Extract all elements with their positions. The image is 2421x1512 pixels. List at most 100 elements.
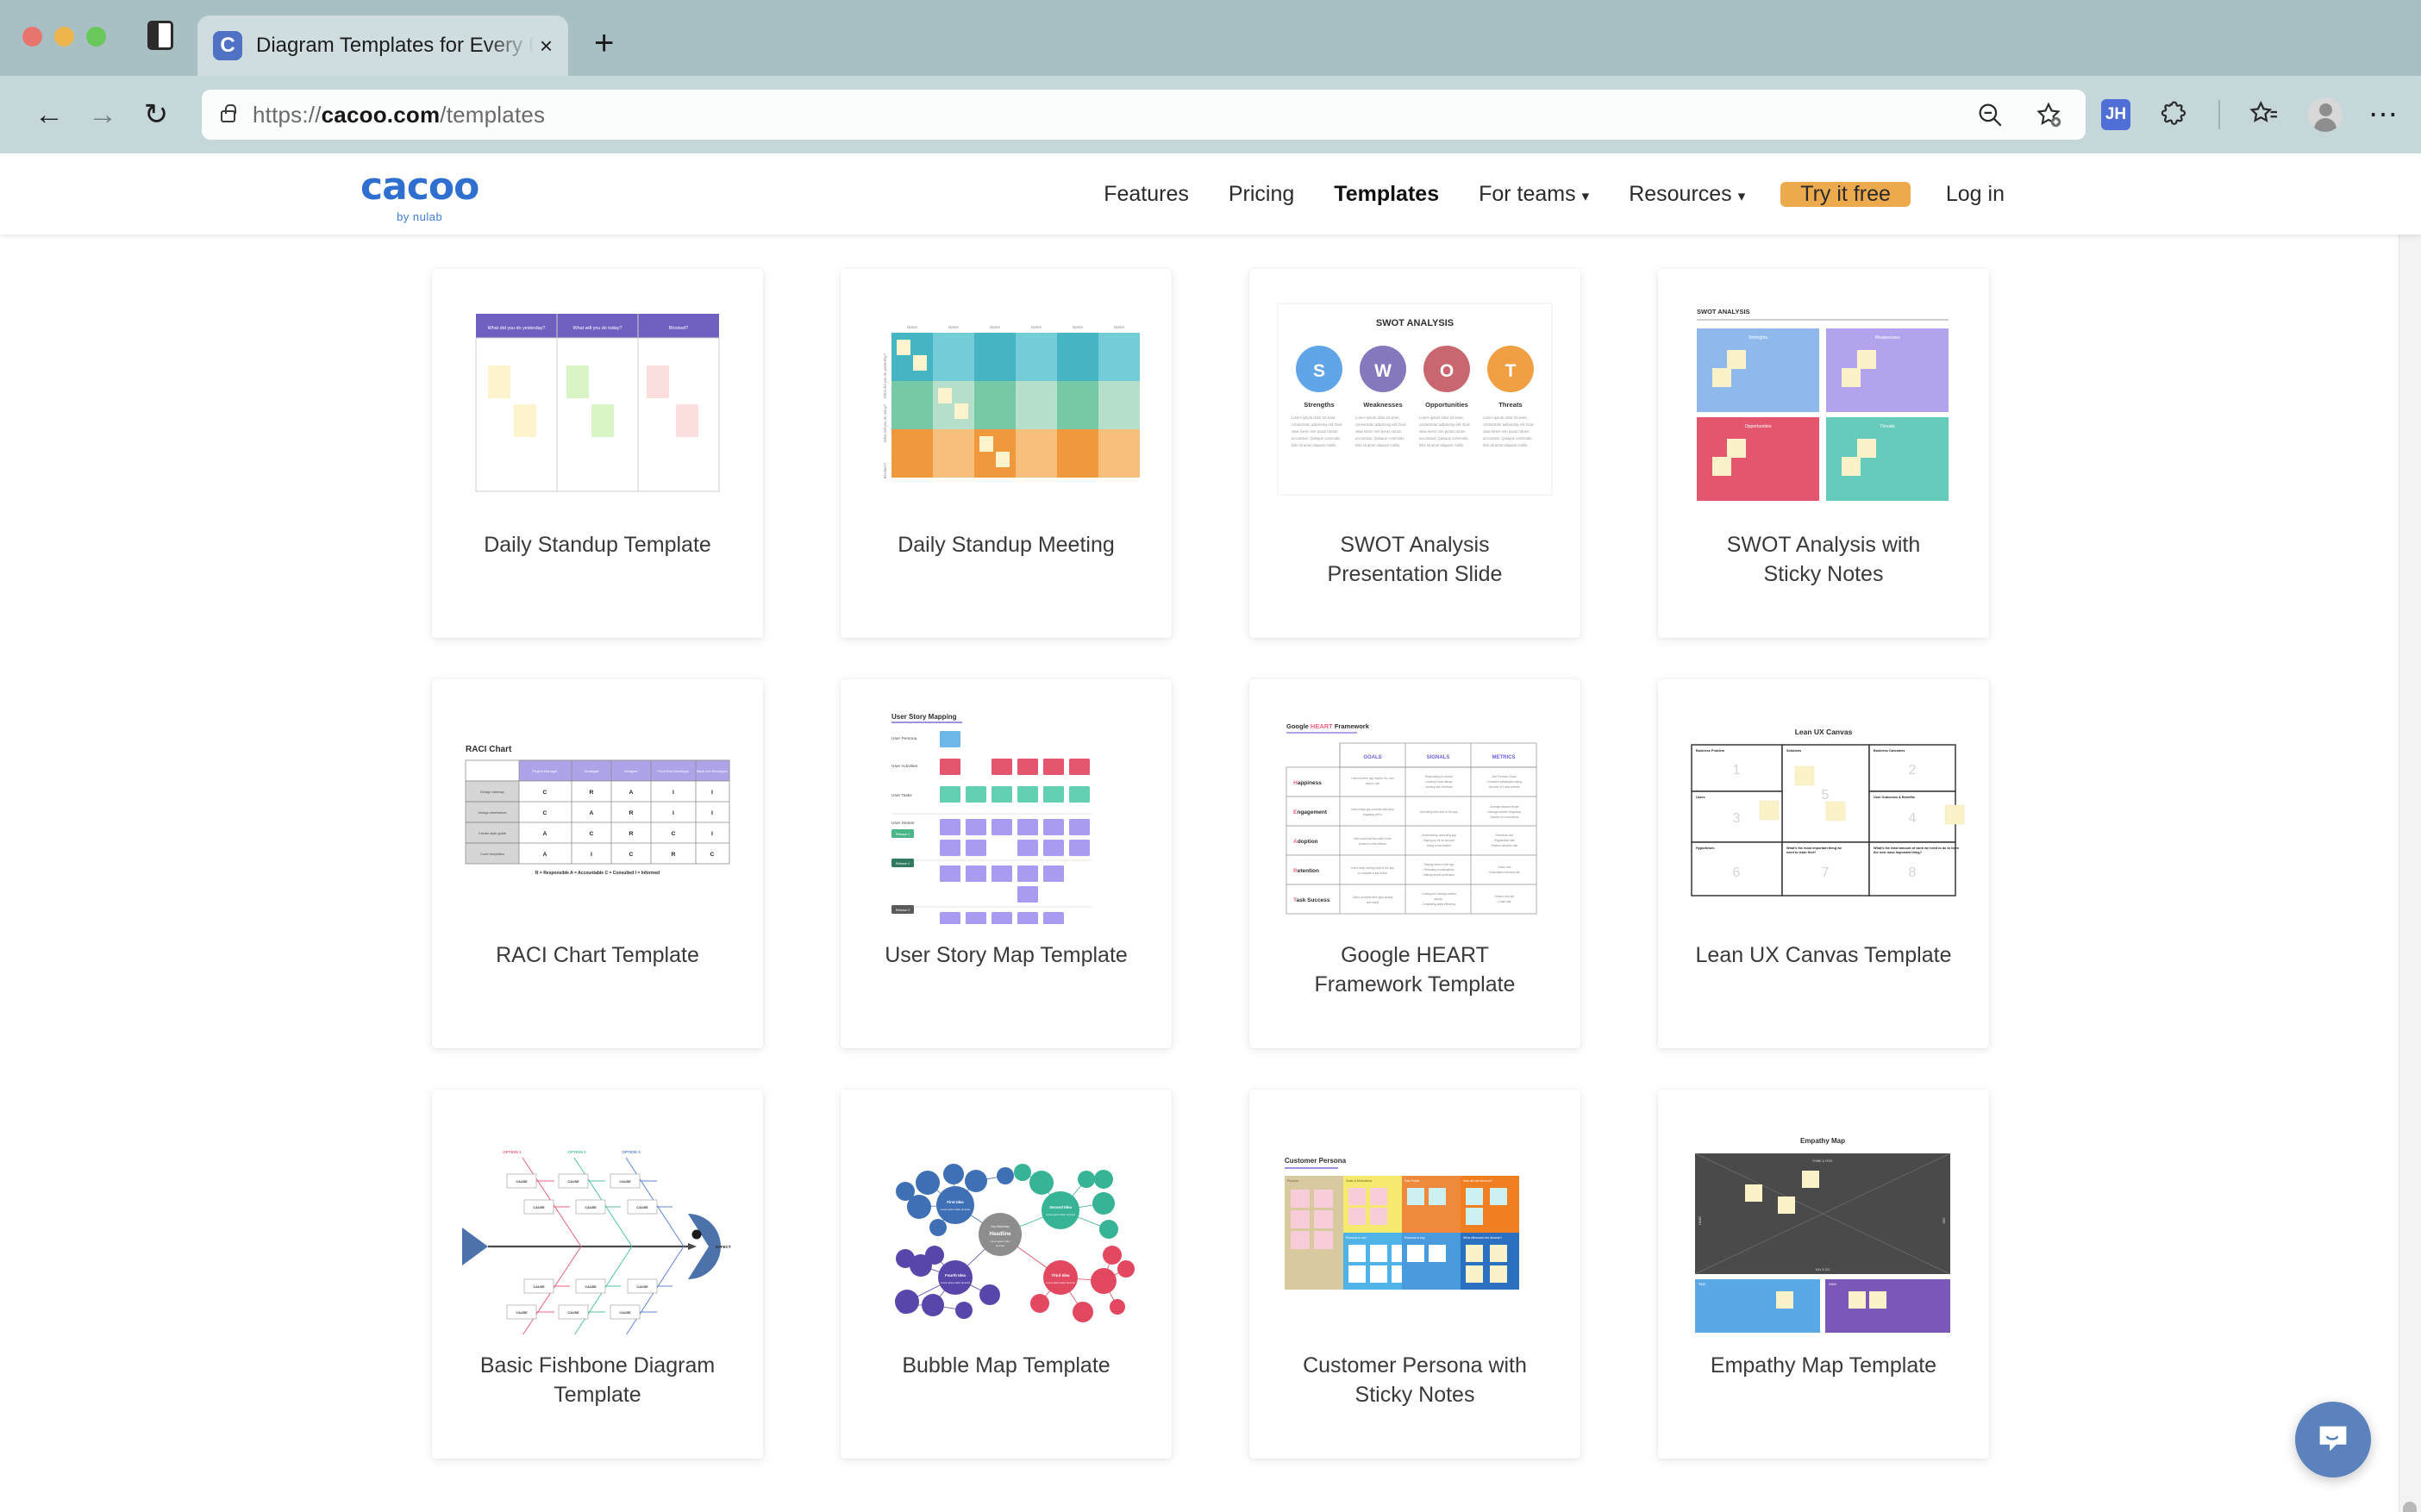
template-thumbnail-fishbone: OPTION 1 OPTION 2 OPTION 3 EFFECT CAUSE … <box>450 1110 745 1334</box>
template-card[interactable]: OPTION 1 OPTION 2 OPTION 3 EFFECT CAUSE … <box>432 1090 763 1459</box>
svg-text:Name: Name <box>1073 325 1084 329</box>
template-card[interactable]: SWOT ANALYSIS S Strengths W Weaknesses O <box>1249 269 1580 638</box>
svg-text:What will you do today?: What will you do today? <box>573 326 622 331</box>
svg-text:Strategist: Strategist <box>585 769 600 773</box>
svg-text:- Search exit rate: - Search exit rate <box>1493 895 1514 898</box>
template-thumbnail-lean-ux-canvas: Lean UX Canvas Business Problem Solutions… <box>1676 700 1971 924</box>
svg-text:Google HEART Framework: Google HEART Framework <box>1286 722 1370 730</box>
svg-text:- Spending more time in the ap: - Spending more time in the app <box>1418 810 1458 814</box>
svg-text:C: C <box>543 790 547 796</box>
template-thumbnail-swot-sticky: SWOT ANALYSIS Strengths Weaknesses Opport… <box>1676 290 1971 514</box>
template-card[interactable]: What did you do yesterday? What will you… <box>432 269 763 638</box>
svg-text:5: 5 <box>1822 788 1830 803</box>
svg-text:Weaknesses: Weaknesses <box>1363 401 1402 409</box>
chat-widget-button[interactable] <box>2295 1402 2371 1478</box>
svg-text:- Net Promoter Score: - Net Promoter Score <box>1491 775 1517 778</box>
svg-text:accumsan. Quisque commodo: accumsan. Quisque commodo <box>1419 436 1468 440</box>
new-tab-button[interactable]: + <box>594 26 614 60</box>
template-card[interactable]: Customer Persona Persona Goals & Motivat… <box>1249 1090 1580 1459</box>
svg-text:A: A <box>543 852 547 858</box>
svg-text:Reasons to buy: Reasons to buy <box>1404 1236 1425 1240</box>
svg-text:CAUSE: CAUSE <box>567 1180 579 1184</box>
svg-text:R = Responsible A = Accountab: R = Responsible A = Accountable C = Cons… <box>535 871 660 876</box>
svg-text:I: I <box>711 790 713 796</box>
template-card[interactable]: Key Word Map Headline Lorem ipsum dolor … <box>841 1090 1172 1459</box>
svg-text:What's the least amount of wor: What's the least amount of work we need … <box>1874 847 1960 850</box>
svg-text:R: R <box>629 831 634 837</box>
template-card[interactable]: RACI Chart Project Manager Strategist De… <box>432 679 763 1048</box>
svg-text:RACI Chart: RACI Chart <box>466 745 512 754</box>
chevron-down-icon: ▾ <box>1581 187 1590 204</box>
nav-label: Templates <box>1334 181 1440 206</box>
svg-text:vitae lorem non purus rutrum: vitae lorem non purus rutrum <box>1292 429 1338 434</box>
more-options-icon[interactable]: ⋯ <box>2368 99 2399 129</box>
log-in-link[interactable]: Log in <box>1926 182 2024 207</box>
nav-label: Pricing <box>1228 181 1295 206</box>
nav-item-pricing[interactable]: Pricing <box>1209 182 1314 207</box>
nav-item-templates[interactable]: Templates <box>1314 182 1459 207</box>
svg-text:How did she know us?: How did she know us? <box>1463 1179 1492 1183</box>
svg-text:Lorem ipsum dolor sit amet,: Lorem ipsum dolor sit amet, <box>1419 415 1464 420</box>
extensions-icon[interactable] <box>2156 97 2193 133</box>
svg-text:Name: Name <box>1114 325 1125 329</box>
close-tab-icon[interactable]: × <box>540 34 553 57</box>
forward-button[interactable]: → <box>76 98 129 132</box>
svg-text:Front End Developer: Front End Developer <box>658 769 691 773</box>
nav-item-features[interactable]: Features <box>1084 182 1209 207</box>
svg-text:easy to use: easy to use <box>1366 782 1380 785</box>
url-scheme: https:// <box>253 101 322 128</box>
svg-text:CAUSE: CAUSE <box>619 1311 631 1315</box>
svg-text:Second Idea: Second Idea <box>1049 1205 1072 1209</box>
svg-text:Lean UX Canvas: Lean UX Canvas <box>1795 728 1853 736</box>
browser-window: C Diagram Templates for Every P × + ← → … <box>0 0 2421 1512</box>
nav-label: Resources <box>1629 181 1732 206</box>
svg-text:Lorem ipsum dolor sit amet: Lorem ipsum dolor sit amet <box>1046 1281 1075 1284</box>
profile-avatar[interactable] <box>2308 97 2343 132</box>
svg-text:SEE: SEE <box>1942 1217 1946 1224</box>
template-card[interactable]: Name Name Name Name Name Name What did you d… <box>841 269 1172 638</box>
templates-grid: What did you do yesterday? What will you… <box>0 234 2421 1459</box>
window-controls <box>22 27 106 76</box>
chat-bubble-icon <box>2319 1426 2347 1452</box>
svg-text:What's the most important thin: What's the most important thing we <box>1786 847 1842 850</box>
minimize-window-button[interactable] <box>54 27 74 47</box>
scrollbar-thumb[interactable] <box>2403 1502 2417 1512</box>
svg-text:New users see the value in the: New users see the value in the <box>1354 837 1392 840</box>
collections-icon[interactable] <box>2246 97 2282 133</box>
template-card[interactable]: Empathy Map THINK & FEEL SAY & DO HEAR S… <box>1658 1090 1989 1459</box>
svg-text:C: C <box>629 852 634 858</box>
svg-text:Users find the app helpful, fu: Users find the app helpful, fun, and <box>1351 777 1394 780</box>
template-card[interactable]: User Story Mapping User Persona User Acti… <box>841 679 1172 1048</box>
nav-item-resources[interactable]: Resources ▾ <box>1609 182 1765 207</box>
svg-text:- Churn rate: - Churn rate <box>1496 865 1511 869</box>
cacoo-logo[interactable]: cacoo by nulab <box>360 165 479 223</box>
url-text: https://cacoo.com/templates <box>253 102 545 128</box>
svg-text:Key Word Map: Key Word Map <box>991 1225 1009 1228</box>
svg-text:consectetur adipiscing elit. D: consectetur adipiscing elit. Duis <box>1419 422 1470 427</box>
add-favorite-icon[interactable] <box>2030 97 2067 133</box>
nav-item-for-teams[interactable]: For teams ▾ <box>1459 182 1609 207</box>
maximize-window-button[interactable] <box>86 27 106 47</box>
page-scrollbar[interactable] <box>2399 234 2421 1512</box>
zoom-out-icon[interactable] <box>1972 97 2008 133</box>
back-button[interactable]: ← <box>22 98 76 132</box>
template-card[interactable]: Google HEART Framework GOALS SIGNALS MET… <box>1249 679 1580 1048</box>
svg-text:Lorem ipsum dolor sit amet,: Lorem ipsum dolor sit amet, <box>1483 415 1528 420</box>
template-card[interactable]: SWOT ANALYSIS Strengths Weaknesses Opport… <box>1658 269 1989 638</box>
reload-button[interactable]: ↻ <box>129 97 183 132</box>
template-title: Daily Standup Template <box>484 533 711 557</box>
address-bar[interactable]: https://cacoo.com/templates <box>202 90 2086 140</box>
svg-text:Blockers?: Blockers? <box>883 462 887 478</box>
close-window-button[interactable] <box>22 27 42 47</box>
svg-text:Retention: Retention <box>1293 868 1319 874</box>
extension-icon-jh[interactable]: JH <box>2101 99 2130 130</box>
template-card[interactable]: Lean UX Canvas Business Problem Solutions… <box>1658 679 1989 1048</box>
template-thumbnail-daily-standup-board: What did you do yesterday? What will you… <box>450 290 745 514</box>
svg-text:S: S <box>1313 361 1325 381</box>
svg-text:- Number of conversions: - Number of conversions <box>1489 815 1519 819</box>
svg-text:What influences her decision?: What influences her decision? <box>1463 1236 1502 1240</box>
try-it-free-button[interactable]: Try it free <box>1780 181 1911 207</box>
sidebar-toggle-icon[interactable] <box>147 21 173 50</box>
svg-text:I: I <box>672 790 674 796</box>
browser-tab[interactable]: C Diagram Templates for Every P × <box>197 16 568 76</box>
